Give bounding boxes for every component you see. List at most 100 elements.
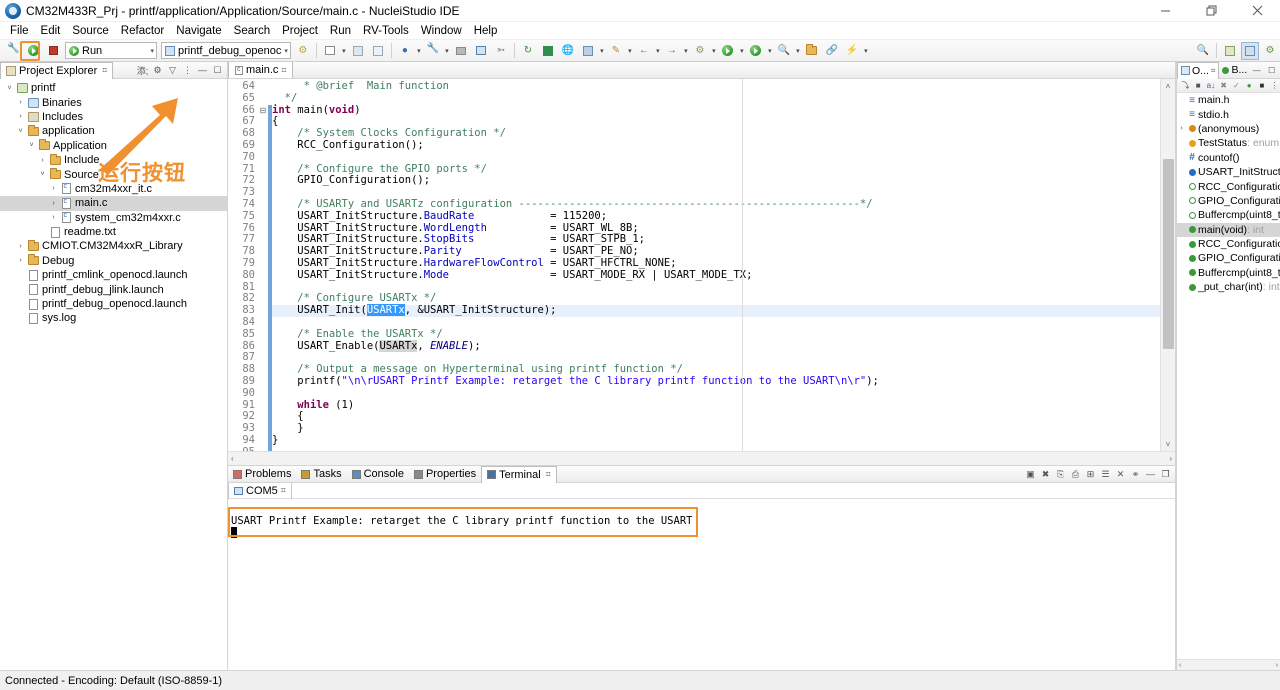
code-line[interactable]: {	[272, 411, 1160, 423]
code-line[interactable]: USART_InitStructure.HardwareFlowControl …	[272, 257, 1160, 270]
minimize-view-button[interactable]: —	[1144, 468, 1157, 481]
menu-item-navigate[interactable]: Navigate	[170, 22, 227, 40]
tree-expand-arrow-icon[interactable]: ›	[48, 214, 59, 221]
tree-item-printf[interactable]: ˅ printf	[0, 81, 227, 95]
scroll-left-arrow-icon[interactable]: ‹	[231, 454, 234, 463]
outline-tree[interactable]: ≡ main.h ≡ stdio.h › (anonymous) TestStatus : …	[1177, 93, 1280, 659]
forward-dropdown-arrow-icon[interactable]	[682, 42, 690, 60]
outline-item-usart-initstructu[interactable]: USART_InitStructu	[1177, 165, 1280, 179]
menu-item-refactor[interactable]: Refactor	[115, 22, 170, 40]
tree-item-includes[interactable]: › Includes	[0, 110, 227, 124]
perspective-cpp-button[interactable]	[1241, 41, 1259, 60]
search-tool-button[interactable]: 🔍	[775, 42, 793, 60]
outline-item-rcc-configuratio[interactable]: RCC_Configuratio	[1177, 237, 1280, 251]
outline-item--put-char-int-[interactable]: _put_char(int) : int	[1177, 280, 1280, 294]
quick-fix-dropdown-arrow-icon[interactable]	[862, 42, 870, 60]
last-edit-dropdown-arrow-icon[interactable]	[626, 42, 634, 60]
menu-item-project[interactable]: Project	[276, 22, 324, 40]
view-filter-button[interactable]: ▽	[166, 64, 179, 77]
fold-toggle-icon[interactable]: ⊟	[258, 105, 268, 117]
profile-button[interactable]	[747, 42, 765, 60]
code-line[interactable]: * @brief Main function	[272, 80, 1160, 93]
remove-icon[interactable]: ✕	[1114, 468, 1127, 481]
settings-dropdown-arrow-icon[interactable]	[710, 42, 718, 60]
code-line[interactable]: USART_Init(USARTx, &USART_InitStructure)…	[272, 304, 1160, 317]
quick-access-button[interactable]: 🔍	[1194, 42, 1212, 60]
globe-button[interactable]: 🌐	[559, 42, 577, 60]
save-all-button[interactable]	[369, 42, 387, 60]
perspective-settings-button[interactable]: ⚙	[1261, 42, 1279, 60]
code-line[interactable]: int main(void)	[272, 104, 1160, 117]
tree-expand-arrow-icon[interactable]: ˅	[15, 128, 26, 135]
memory-button[interactable]	[539, 42, 557, 60]
menu-item-help[interactable]: Help	[468, 22, 504, 40]
run-last-button[interactable]	[719, 42, 737, 60]
view-menu-button[interactable]: ⋮	[181, 64, 194, 77]
hide-fields-icon[interactable]: ✖	[1218, 79, 1229, 92]
scrollbar-thumb[interactable]	[1163, 159, 1174, 349]
code-line[interactable]: }	[272, 422, 1160, 435]
tree-expand-arrow-icon[interactable]: ˅	[37, 171, 48, 178]
code-line[interactable]: printf("\n\rUSART Printf Example: retarg…	[272, 375, 1160, 388]
code-line[interactable]: USART_Enable(USARTx, ENABLE);	[272, 339, 1160, 353]
menu-item-search[interactable]: Search	[228, 22, 276, 40]
copy-icon[interactable]: ⎘	[1054, 468, 1067, 481]
tree-expand-arrow-icon[interactable]: ›	[15, 243, 26, 250]
tab-build-targets[interactable]: B...	[1219, 62, 1250, 79]
tab-terminal[interactable]: Terminal ⌗	[481, 465, 557, 483]
menu-item-run[interactable]: Run	[324, 22, 357, 40]
menu-item-source[interactable]: Source	[66, 22, 114, 40]
new-button[interactable]	[321, 42, 339, 60]
minimize-button[interactable]	[1142, 0, 1188, 22]
maximize-view-button[interactable]: ☐	[211, 64, 224, 77]
tree-expand-arrow-icon[interactable]: ›	[48, 185, 59, 192]
outline-item-stdio-h[interactable]: ≡ stdio.h	[1177, 107, 1280, 121]
close-icon[interactable]: ⌗	[102, 65, 107, 76]
menu-item-file[interactable]: File	[4, 22, 35, 40]
tree-item-debug[interactable]: › Debug	[0, 254, 227, 268]
stop-button[interactable]	[44, 42, 62, 60]
tree-item-printf-debug-openocd-launch[interactable]: printf_debug_openocd.launch	[0, 297, 227, 311]
debug-dropdown-arrow-icon[interactable]	[415, 42, 423, 60]
open-resource-button[interactable]	[803, 42, 821, 60]
scroll-right-arrow-icon[interactable]: ›	[1169, 454, 1172, 463]
link-with-editor-button[interactable]: ⚙	[151, 64, 164, 77]
external-tools-dropdown-arrow-icon[interactable]	[443, 42, 451, 60]
view-menu-button[interactable]: ⋮	[1269, 79, 1280, 92]
code-line[interactable]: /* Enable the USARTx */	[272, 328, 1160, 341]
tab-properties[interactable]: Properties	[409, 466, 481, 483]
collapse-all-button[interactable]: 添;	[136, 64, 149, 77]
launch-config-combo[interactable]: printf_debug_openoc ▾	[161, 42, 291, 59]
tree-expand-arrow-icon[interactable]: ›	[1177, 125, 1186, 132]
sort-button[interactable]: ⤵	[1180, 79, 1191, 92]
code-line[interactable]: /* USARTy and USARTz configuration -----…	[272, 198, 1160, 211]
run-configuration-combo[interactable]: Run ▾	[65, 42, 157, 59]
back-dropdown-arrow-icon[interactable]	[654, 42, 662, 60]
open-perspective-button[interactable]	[1221, 42, 1239, 60]
code-folding-column[interactable]: ⊟⊟	[258, 79, 268, 451]
open-type-dropdown-arrow-icon[interactable]	[598, 42, 606, 60]
scroll-right-arrow-icon[interactable]: ›	[1276, 662, 1278, 669]
tree-expand-arrow-icon[interactable]: ›	[48, 200, 59, 207]
tab-main-c[interactable]: main.c ⌗	[228, 61, 294, 78]
search-dropdown-arrow-icon[interactable]	[794, 42, 802, 60]
hide-static-icon[interactable]: ✓	[1231, 79, 1242, 92]
tree-item-readme-txt[interactable]: readme.txt	[0, 225, 227, 239]
tab-tasks[interactable]: Tasks	[296, 466, 346, 483]
settings-button[interactable]: ⚙	[691, 42, 709, 60]
code-text-column[interactable]: * @brief Main function */int main(void) {…	[272, 79, 1160, 451]
outline-item-gpio-configuratio[interactable]: GPIO_Configuratio	[1177, 194, 1280, 208]
editor-horizontal-scrollbar[interactable]: ‹ ›	[228, 451, 1175, 465]
open-type-button[interactable]	[579, 42, 597, 60]
outline-item-main-void-[interactable]: main(void) : int	[1177, 222, 1280, 237]
menu-item-edit[interactable]: Edit	[35, 22, 67, 40]
tab-console[interactable]: Console	[347, 466, 409, 483]
tree-expand-arrow-icon[interactable]: ›	[15, 257, 26, 264]
outline-item-teststatus[interactable]: TestStatus : enum	[1177, 136, 1280, 150]
outline-item--anonymous-[interactable]: › (anonymous)	[1177, 122, 1280, 136]
code-line[interactable]: RCC_Configuration();	[272, 139, 1160, 152]
pin-button[interactable]: ➳	[492, 42, 510, 60]
tree-item-application[interactable]: ˅ application	[0, 124, 227, 138]
code-line[interactable]: while (1)	[272, 399, 1160, 412]
terminal-close-icon[interactable]: ✖	[1039, 468, 1052, 481]
